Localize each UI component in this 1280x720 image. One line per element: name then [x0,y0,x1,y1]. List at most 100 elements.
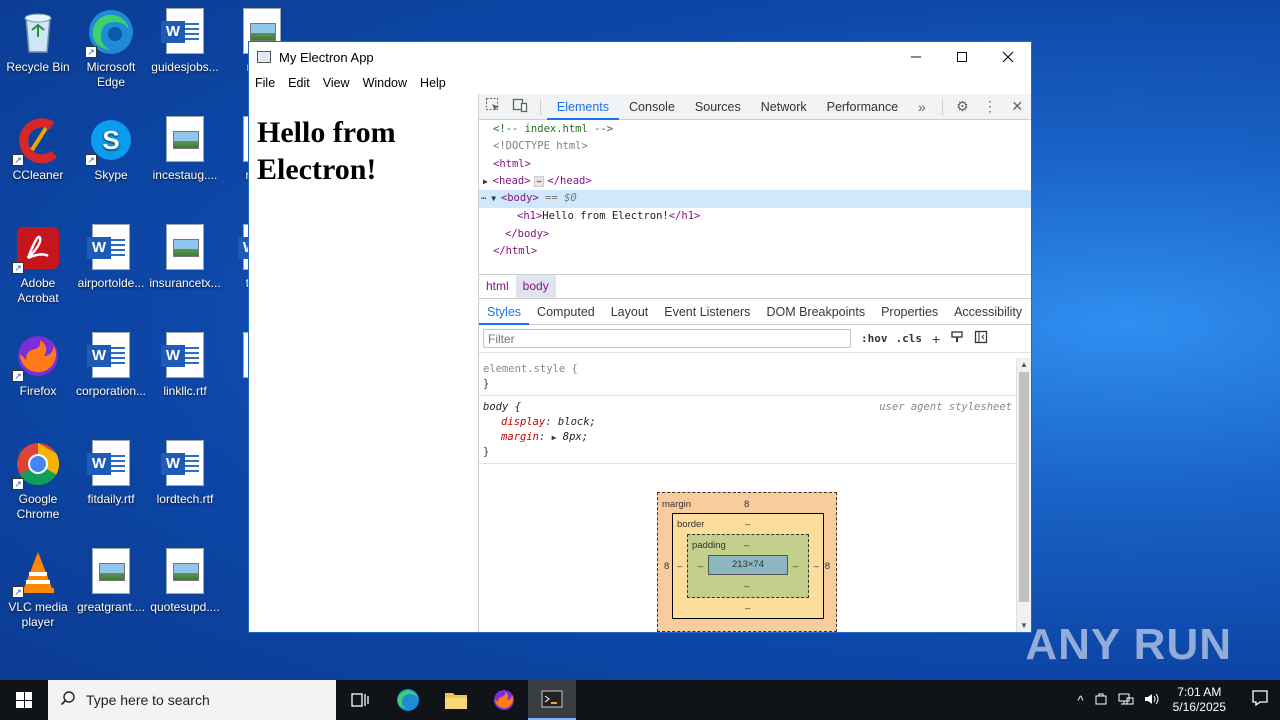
desktop-icon-corporation[interactable]: W corporation... [73,332,149,399]
start-button[interactable] [0,680,48,720]
menu-edit[interactable]: Edit [288,76,310,90]
dom-node[interactable]: <h1>Hello from Electron!</h1> [479,208,1031,225]
paint-brush-icon[interactable] [950,330,964,347]
taskbar-firefox[interactable] [480,680,528,720]
menu-file[interactable]: File [255,76,275,90]
more-tabs-icon[interactable]: » [908,99,935,115]
css-property-margin[interactable]: margin: ▶ 8px; [483,430,1012,445]
desktop-icon-airportolde[interactable]: W airportolde... [73,224,149,291]
box-model-content[interactable]: 213×74 [708,555,788,575]
tab-event-listeners[interactable]: Event Listeners [656,299,758,325]
window-titlebar[interactable]: My Electron App [249,42,1031,72]
desktop-icon-insurancetx[interactable]: insurancetx... [147,224,223,291]
close-devtools-icon[interactable]: ✕ [1004,98,1031,115]
dom-comment: <!-- index.html --> [493,123,614,135]
desktop-icon-vlc[interactable]: ↗ VLC media player [0,548,76,630]
desktop-icon-edge[interactable]: ↗ Microsoft Edge [73,8,149,90]
kebab-menu-icon[interactable]: ⋮ [976,98,1003,115]
box-model-padding-right: – [792,561,798,572]
tab-layout[interactable]: Layout [603,299,657,325]
dom-node-selected[interactable]: ⋯ ▼ <body> == $0 [479,190,1031,209]
menu-view[interactable]: View [323,76,350,90]
clock-time: 7:01 AM [1177,685,1222,699]
tab-console[interactable]: Console [619,94,685,120]
system-tray: ^ 7:01 AM 5/16/2025 [1073,685,1280,715]
security-icon[interactable] [1094,692,1108,709]
box-model-padding[interactable]: padding – – – – 213×74 [687,534,809,598]
ellipsis-badge[interactable]: ⋯ [533,175,545,187]
tab-dom-breakpoints[interactable]: DOM Breakpoints [758,299,873,325]
hov-toggle[interactable]: :hov [861,332,888,345]
vlc-icon: ↗ [12,548,62,598]
desktop-icon-firefox[interactable]: ↗ Firefox [0,332,76,399]
taskbar-edge[interactable] [384,680,432,720]
tab-performance[interactable]: Performance [817,94,909,120]
desktop-icon-quotesupd[interactable]: quotesupd.... [147,548,223,615]
box-model-margin[interactable]: margin 8 8 8 border – – – – padding – – [657,492,837,632]
styles-scrollbar[interactable]: ▲ ▼ [1016,358,1031,632]
dom-node[interactable]: </body> [479,226,1031,243]
desktop-icon-fitdaily[interactable]: W fitdaily.rtf [73,440,149,507]
collapse-triangle-icon[interactable]: ▼ [486,194,500,203]
desktop-icon-greatgrant[interactable]: greatgrant.... [73,548,149,615]
inspect-element-icon[interactable] [479,97,506,116]
desktop-icon-lordtech[interactable]: W lordtech.rtf [147,440,223,507]
volume-icon[interactable] [1144,692,1160,709]
desktop-icon-incestaug[interactable]: incestaug.... [147,116,223,183]
taskbar-electron-app[interactable] [528,680,576,720]
expand-triangle-icon[interactable]: ▶ [483,177,493,186]
desktop-icon-ccleaner[interactable]: ↗ CCleaner [0,116,76,183]
menu-help[interactable]: Help [420,76,446,90]
desktop-icon-adobe-acrobat[interactable]: ↗ Adobe Acrobat [0,224,76,306]
notification-icon [1252,689,1268,706]
device-toolbar-icon[interactable] [506,97,533,116]
task-view-button[interactable] [336,680,384,720]
dom-node[interactable]: ▶ <head> ⋯ </head> [479,173,1031,190]
tab-computed[interactable]: Computed [529,299,603,325]
scrollbar-thumb[interactable] [1019,372,1029,602]
desktop-icon-linkllc[interactable]: W linkllc.rtf [147,332,223,399]
tab-properties[interactable]: Properties [873,299,946,325]
maximize-button[interactable] [939,42,985,72]
taskbar-file-explorer[interactable] [432,680,480,720]
body-style-rule[interactable]: body { user agent stylesheet display: bl… [479,396,1016,464]
dom-node[interactable]: <!DOCTYPE html> [479,138,1031,155]
settings-gear-icon[interactable]: ⚙ [949,98,976,115]
desktop-icon-guidesjobs[interactable]: W guidesjobs... [147,8,223,75]
taskbar-search[interactable]: Type here to search [48,680,336,720]
box-model-border[interactable]: border – – – – padding – – – – 213×74 [672,513,824,619]
styles-filter-input[interactable] [483,329,851,348]
desktop-icon-google-chrome[interactable]: ↗ Google Chrome [0,440,76,522]
tab-styles[interactable]: Styles [479,299,530,325]
desktop-icon-recycle-bin[interactable]: Recycle Bin [0,8,76,75]
tab-accessibility[interactable]: Accessibility [946,299,1030,325]
dom-node[interactable]: </html> [479,243,1031,260]
desktop-icon-label: quotesupd.... [150,600,220,614]
menu-window[interactable]: Window [363,76,407,90]
box-model-padding-bottom: – [744,581,750,592]
cls-toggle[interactable]: .cls [896,332,923,345]
desktop-icon-skype[interactable]: S ↗ Skype [73,116,149,183]
tab-sources[interactable]: Sources [685,94,751,120]
css-property-display[interactable]: display: block; [483,415,1012,430]
breadcrumb-body[interactable]: body [515,275,556,298]
breadcrumb-html[interactable]: html [479,275,516,298]
desktop-icon-label: CCleaner [12,168,64,182]
word-document-icon: W [87,440,135,488]
element-style-rule[interactable]: element.style { } [479,358,1016,396]
notification-center-button[interactable] [1240,689,1280,712]
minimize-button[interactable] [893,42,939,72]
dom-tag: <html> [493,157,531,170]
dom-node[interactable]: <!-- index.html --> [479,121,1031,138]
expand-triangle-icon[interactable]: ▶ [552,433,557,442]
taskbar-clock[interactable]: 7:01 AM 5/16/2025 [1173,685,1226,715]
chevron-up-icon[interactable]: ^ [1078,693,1084,708]
network-icon[interactable] [1118,692,1134,709]
toggle-sidebar-icon[interactable] [974,330,988,347]
tab-network[interactable]: Network [751,94,817,120]
tab-elements[interactable]: Elements [546,94,620,120]
new-style-rule-icon[interactable]: + [932,331,940,347]
scroll-up-icon[interactable]: ▲ [1017,360,1031,369]
dom-node[interactable]: <html> [479,156,1031,173]
close-button[interactable] [985,42,1031,72]
